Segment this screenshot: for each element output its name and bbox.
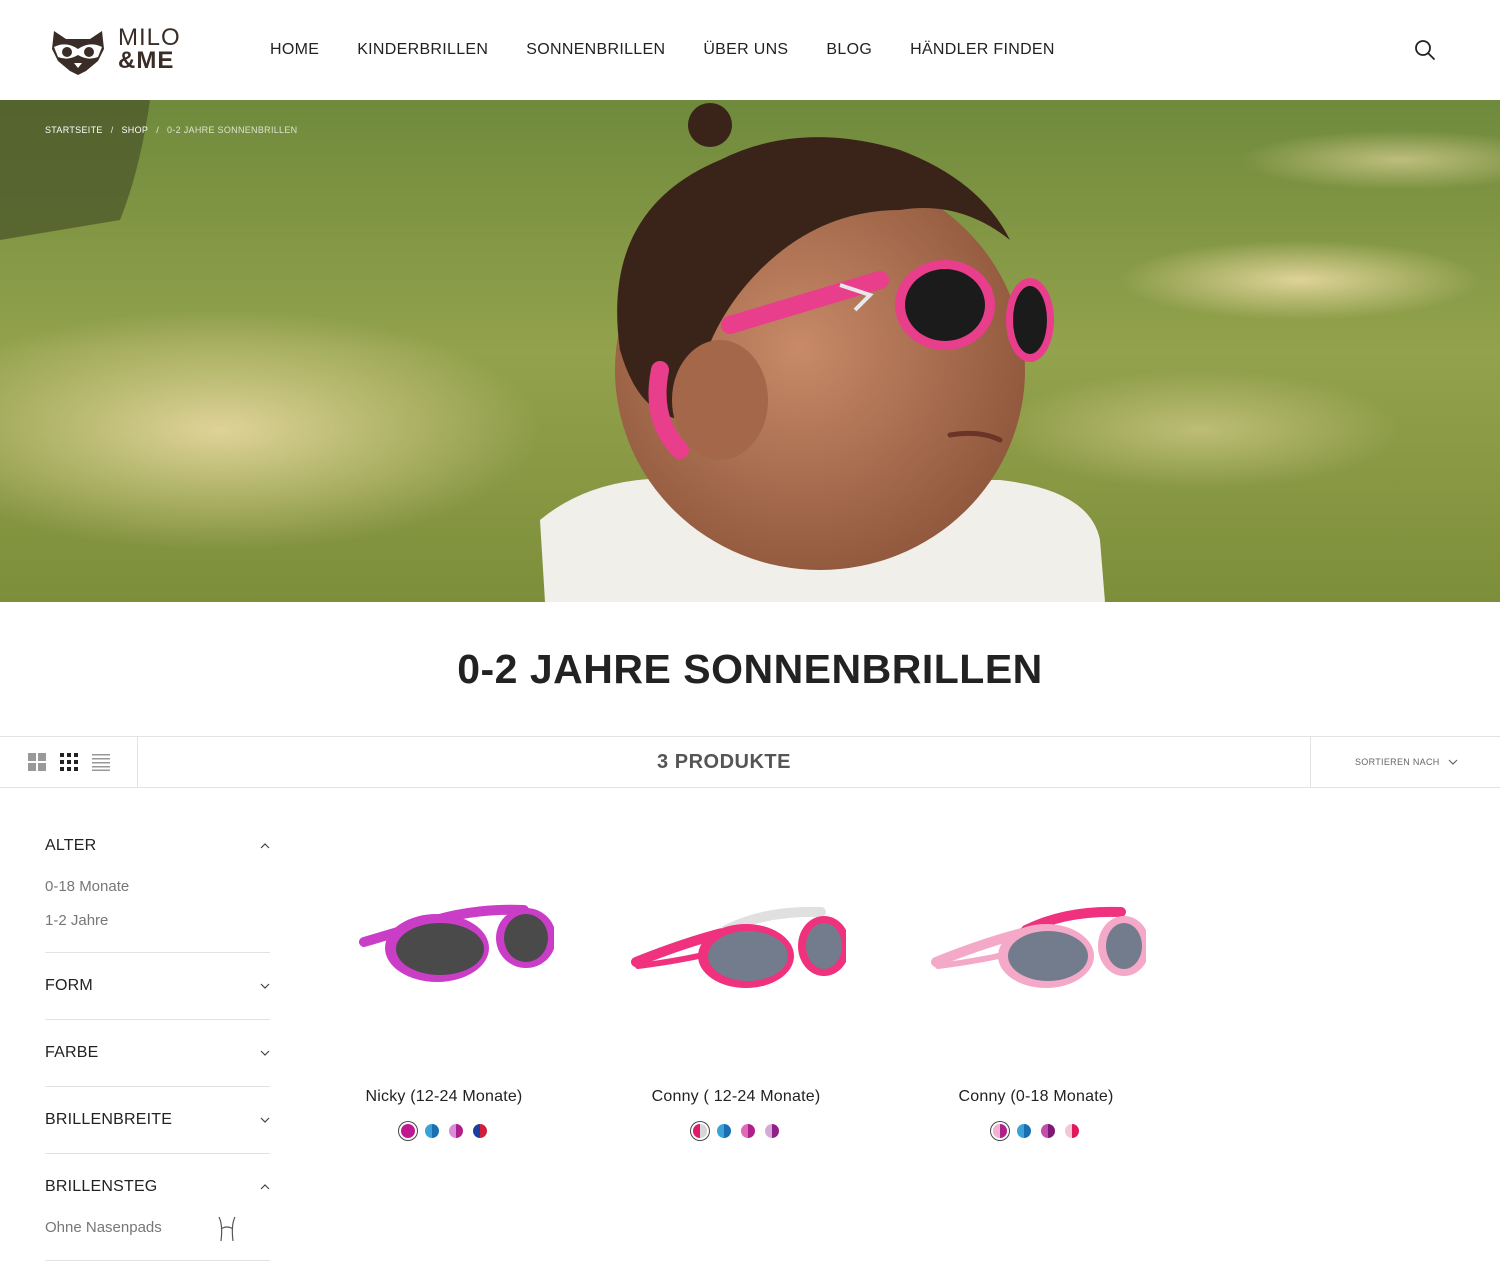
filter-alter-toggle[interactable]: ALTER xyxy=(45,832,270,860)
collection-toolbar: 3 PRODUKTE SORTIEREN NACH xyxy=(0,736,1500,788)
sort-dropdown[interactable]: SORTIEREN NACH xyxy=(1310,737,1500,787)
filter-form: FORM xyxy=(45,953,270,1020)
filter-sidebar: ALTER 0-18 Monate 1-2 Jahre FORM FARBE B… xyxy=(45,832,270,1261)
brand-logo[interactable]: MILO &ME xyxy=(48,25,188,77)
product-name[interactable]: Nicky (12-24 Monate) xyxy=(314,1088,574,1106)
color-swatch[interactable] xyxy=(765,1124,779,1138)
product-card[interactable]: Nicky (12-24 Monate) xyxy=(314,870,574,1138)
nav-home[interactable]: HOME xyxy=(270,40,319,60)
color-swatch[interactable] xyxy=(449,1124,463,1138)
color-swatches xyxy=(906,1124,1166,1138)
breadcrumb-current: 0-2 JAHRE SONNENBRILLEN xyxy=(167,125,298,135)
site-header: MILO &ME HOME KINDERBRILLEN SONNENBRILLE… xyxy=(0,0,1500,100)
product-card[interactable]: Conny (0-18 Monate) xyxy=(906,870,1166,1138)
nose-bridge-icon xyxy=(218,1216,236,1242)
chevron-up-icon[interactable] xyxy=(260,841,270,851)
color-swatch[interactable] xyxy=(693,1124,707,1138)
brand-line-2: &ME xyxy=(118,47,175,74)
brand-line-1: MILO xyxy=(118,24,181,51)
product-count: 3 PRODUKTE xyxy=(657,751,791,773)
filter-form-title: FORM xyxy=(45,977,93,994)
page-title: 0-2 JAHRE SONNENBRILLEN xyxy=(457,646,1043,692)
grid-large-icon[interactable] xyxy=(28,753,46,771)
color-swatch[interactable] xyxy=(1041,1124,1055,1138)
chevron-down-icon[interactable] xyxy=(260,1048,270,1058)
nav-ueber-uns[interactable]: ÜBER UNS xyxy=(703,40,788,60)
chevron-down-icon[interactable] xyxy=(260,1115,270,1125)
color-swatches xyxy=(314,1124,574,1138)
hero-image xyxy=(0,100,1500,602)
sort-label: SORTIEREN NACH xyxy=(1355,757,1440,767)
search-icon[interactable] xyxy=(1413,38,1437,62)
filter-farbe-title: FARBE xyxy=(45,1044,99,1061)
filter-brillenbreite-title: BRILLENBREITE xyxy=(45,1111,173,1128)
filter-farbe: FARBE xyxy=(45,1020,270,1087)
chevron-down-icon xyxy=(1448,759,1458,765)
filter-brillensteg-toggle[interactable]: BRILLENSTEG xyxy=(45,1173,270,1201)
filter-alter: ALTER 0-18 Monate 1-2 Jahre xyxy=(45,832,270,953)
nav-kinderbrillen[interactable]: KINDERBRILLEN xyxy=(357,40,488,60)
main-nav: HOME KINDERBRILLEN SONNENBRILLEN ÜBER UN… xyxy=(270,40,1093,60)
filter-form-toggle[interactable]: FORM xyxy=(45,972,270,1000)
nav-blog[interactable]: BLOG xyxy=(826,40,872,60)
breadcrumb-separator: / xyxy=(156,125,160,135)
color-swatch[interactable] xyxy=(425,1124,439,1138)
filter-option-0-18-monate[interactable]: 0-18 Monate xyxy=(45,870,270,904)
list-icon[interactable] xyxy=(92,753,110,771)
filter-brillenbreite-toggle[interactable]: BRILLENBREITE xyxy=(45,1106,270,1134)
product-image xyxy=(359,904,556,982)
color-swatches xyxy=(606,1124,866,1138)
nav-haendler-finden[interactable]: HÄNDLER FINDEN xyxy=(910,40,1055,60)
product-image xyxy=(631,906,850,988)
color-swatch[interactable] xyxy=(1065,1124,1079,1138)
filter-farbe-toggle[interactable]: FARBE xyxy=(45,1039,270,1067)
color-swatch[interactable] xyxy=(741,1124,755,1138)
color-swatch[interactable] xyxy=(401,1124,415,1138)
breadcrumb: STARTSEITE / SHOP / 0-2 JAHRE SONNENBRIL… xyxy=(45,125,305,135)
chevron-down-icon[interactable] xyxy=(260,981,270,991)
color-swatch[interactable] xyxy=(717,1124,731,1138)
color-swatch[interactable] xyxy=(473,1124,487,1138)
grid-small-icon[interactable] xyxy=(60,753,78,771)
raccoon-logo-icon xyxy=(52,31,104,75)
color-swatch[interactable] xyxy=(993,1124,1007,1138)
filter-brillensteg: BRILLENSTEG Ohne Nasenpads xyxy=(45,1154,270,1261)
breadcrumb-shop[interactable]: SHOP xyxy=(122,125,149,135)
filter-brillenbreite: BRILLENBREITE xyxy=(45,1087,270,1154)
filter-brillensteg-title: BRILLENSTEG xyxy=(45,1178,158,1195)
view-toggles xyxy=(0,737,138,787)
breadcrumb-home[interactable]: STARTSEITE xyxy=(45,125,103,135)
product-card[interactable]: Conny ( 12-24 Monate) xyxy=(606,870,866,1138)
product-image xyxy=(931,906,1150,988)
filter-option-1-2-jahre[interactable]: 1-2 Jahre xyxy=(45,904,270,938)
nav-sonnenbrillen[interactable]: SONNENBRILLEN xyxy=(526,40,665,60)
product-name[interactable]: Conny ( 12-24 Monate) xyxy=(606,1088,866,1106)
product-name[interactable]: Conny (0-18 Monate) xyxy=(906,1088,1166,1106)
filter-option-ohne-nasenpads[interactable]: Ohne Nasenpads xyxy=(45,1211,270,1245)
chevron-up-icon[interactable] xyxy=(260,1182,270,1192)
hero-banner: STARTSEITE / SHOP / 0-2 JAHRE SONNENBRIL… xyxy=(0,100,1500,602)
color-swatch[interactable] xyxy=(1017,1124,1031,1138)
breadcrumb-separator: / xyxy=(110,125,114,135)
filter-alter-title: ALTER xyxy=(45,837,97,854)
